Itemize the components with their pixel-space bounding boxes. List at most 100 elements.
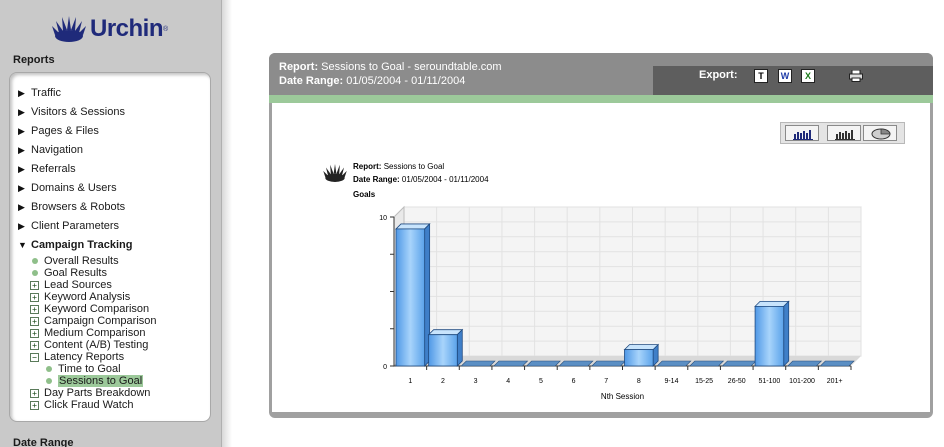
sidebar-item-label: Lead Sources xyxy=(44,279,112,291)
bullet-icon xyxy=(46,366,52,372)
sidebar-item-label: Goal Results xyxy=(44,267,107,279)
expand-plus-icon[interactable]: + xyxy=(30,340,39,350)
date-range-label: Date Range: xyxy=(279,75,344,87)
sidebar-item-label: Referrals xyxy=(31,163,76,175)
sidebar-subitem-click-fraud-watch[interactable]: + Click Fraud Watch xyxy=(30,399,133,411)
sidebar-item-visitors-sessions[interactable]: ▶ Visitors & Sessions xyxy=(18,106,125,118)
triangle-right-icon: ▶ xyxy=(18,182,25,193)
sidebar-item-label: Click Fraud Watch xyxy=(44,399,134,411)
sidebar-subitem-medium-comparison[interactable]: + Medium Comparison xyxy=(30,327,145,339)
sidebar-subitem-keyword-comparison[interactable]: + Keyword Comparison xyxy=(30,303,149,315)
x-tick-label: 9-14 xyxy=(664,378,678,385)
x-tick-label: 8 xyxy=(637,378,641,385)
sidebar-subitem-campaign-comparison[interactable]: + Campaign Comparison xyxy=(30,315,157,327)
print-icon[interactable] xyxy=(849,70,863,82)
expand-plus-icon[interactable]: + xyxy=(30,328,39,338)
bar-2 xyxy=(428,334,458,367)
sidebar-subitem-lead-sources[interactable]: + Lead Sources xyxy=(30,279,112,291)
date-range-heading: Date Range xyxy=(13,437,74,447)
bullet-icon xyxy=(32,258,38,264)
x-tick-label: 1 xyxy=(408,378,412,385)
y-tick-label: 0 xyxy=(383,364,387,371)
x-tick-label: 7 xyxy=(604,378,608,385)
sidebar-item-label: Keyword Analysis xyxy=(44,291,131,303)
sidebar-subitem-latency-reports[interactable]: − Latency Reports xyxy=(30,351,124,363)
y-tick-label: 10 xyxy=(379,215,387,222)
bar-top-51-100 xyxy=(754,300,790,307)
bar-8 xyxy=(624,349,654,367)
triangle-right-icon: ▶ xyxy=(18,144,25,155)
sidebar-subitem-day-parts-breakdown[interactable]: + Day Parts Breakdown xyxy=(30,387,150,399)
report-panel: Report: Sessions to Goal - seroundtable.… xyxy=(269,53,933,418)
expand-plus-icon[interactable]: + xyxy=(30,292,39,302)
sidebar-item-label: Campaign Comparison xyxy=(44,315,157,327)
x-tick-label: 5 xyxy=(539,378,543,385)
sidebar-subitem-sessions-to-goal[interactable]: Sessions to Goal xyxy=(44,375,144,387)
sidebar-gutter xyxy=(222,0,232,447)
urchin-logo[interactable]: Urchin ® xyxy=(52,14,168,44)
x-tick-label: 6 xyxy=(572,378,576,385)
export-excel-icon[interactable]: X xyxy=(801,69,815,83)
bar-1 xyxy=(395,228,426,367)
bar-side-51-100 xyxy=(783,300,790,367)
x-tick-label: 26-50 xyxy=(728,378,746,385)
sidebar-subitem-keyword-analysis[interactable]: + Keyword Analysis xyxy=(30,291,130,303)
sidebar-item-referrals[interactable]: ▶ Referrals xyxy=(18,163,76,175)
sidebar-subitem-overall-results[interactable]: Overall Results xyxy=(30,255,119,267)
sidebar-item-label: Content (A/B) Testing xyxy=(44,339,149,351)
export-word-icon[interactable]: W xyxy=(778,69,792,83)
bullet-icon xyxy=(32,270,38,276)
sidebar-item-label: Domains & Users xyxy=(31,182,117,194)
expand-plus-icon[interactable]: + xyxy=(30,388,39,398)
date-range-value: 01/05/2004 - 01/11/2004 xyxy=(346,75,466,87)
bar-6 xyxy=(558,360,594,367)
sidebar-item-traffic[interactable]: ▶ Traffic xyxy=(18,87,61,99)
expand-plus-icon[interactable]: + xyxy=(30,316,39,326)
sidebar-item-label: Navigation xyxy=(31,144,83,156)
triangle-down-icon: ▼ xyxy=(18,240,27,250)
sidebar-item-label: Latency Reports xyxy=(44,351,125,363)
sidebar-item-campaign-tracking[interactable]: ▼ Campaign Tracking xyxy=(18,239,132,251)
sidebar-item-pages-files[interactable]: ▶ Pages & Files xyxy=(18,125,99,137)
sidebar-item-domains-users[interactable]: ▶ Domains & Users xyxy=(18,182,117,194)
report-title-value: Sessions to Goal - seroundtable.com xyxy=(321,61,502,73)
header-accent-band xyxy=(269,95,933,103)
triangle-right-icon: ▶ xyxy=(18,125,25,136)
y-axis-label: Goals xyxy=(353,190,376,199)
triangle-right-icon: ▶ xyxy=(18,220,25,231)
report-body: Report: Sessions to Goal Date Range: 01/… xyxy=(272,103,930,412)
bar-3 xyxy=(460,360,496,367)
export-label: Export: xyxy=(699,69,738,81)
sidebar-item-navigation[interactable]: ▶ Navigation xyxy=(18,144,83,156)
triangle-right-icon: ▶ xyxy=(18,163,25,174)
sidebar-item-label: Medium Comparison xyxy=(44,327,146,339)
triangle-right-icon: ▶ xyxy=(18,106,25,117)
export-tab-text-icon[interactable]: T xyxy=(754,69,768,83)
bar-201+ xyxy=(819,360,855,367)
bar-101-200 xyxy=(786,360,823,367)
sidebar-subitem-content-ab-testing[interactable]: + Content (A/B) Testing xyxy=(30,339,148,351)
expand-plus-icon[interactable]: + xyxy=(30,304,39,314)
expand-plus-icon[interactable]: + xyxy=(30,280,39,290)
x-axis-label: Nth Session xyxy=(601,392,644,401)
urchin-spike-icon xyxy=(52,16,86,42)
bar-4 xyxy=(493,360,529,367)
sidebar-item-label: Visitors & Sessions xyxy=(31,106,125,118)
sidebar-item-label: Time to Goal xyxy=(58,363,121,375)
registered-mark: ® xyxy=(163,25,169,33)
bar-26-50 xyxy=(721,360,757,367)
report-header: Report: Sessions to Goal - seroundtable.… xyxy=(269,53,933,95)
expand-plus-icon[interactable]: + xyxy=(30,400,39,410)
bar-15-25 xyxy=(689,360,725,367)
sidebar-item-label: Overall Results xyxy=(44,255,119,267)
sidebar-item-client-parameters[interactable]: ▶ Client Parameters xyxy=(18,220,119,232)
sidebar-subitem-time-to-goal[interactable]: Time to Goal xyxy=(44,363,121,375)
sidebar-item-browsers-robots[interactable]: ▶ Browsers & Robots xyxy=(18,201,125,213)
bar-top-8 xyxy=(623,344,660,351)
sidebar-item-label: Traffic xyxy=(31,87,61,99)
collapse-minus-icon[interactable]: − xyxy=(30,352,39,362)
sidebar-subitem-goal-results[interactable]: Goal Results xyxy=(30,267,107,279)
x-tick-label: 3 xyxy=(474,378,478,385)
brand-name: Urchin xyxy=(90,15,164,42)
bar-chart: 0 10 Goals 1 2 3 4 5 6 7 8 9-14 15-25 26-50 51-100 101-… xyxy=(353,190,862,401)
